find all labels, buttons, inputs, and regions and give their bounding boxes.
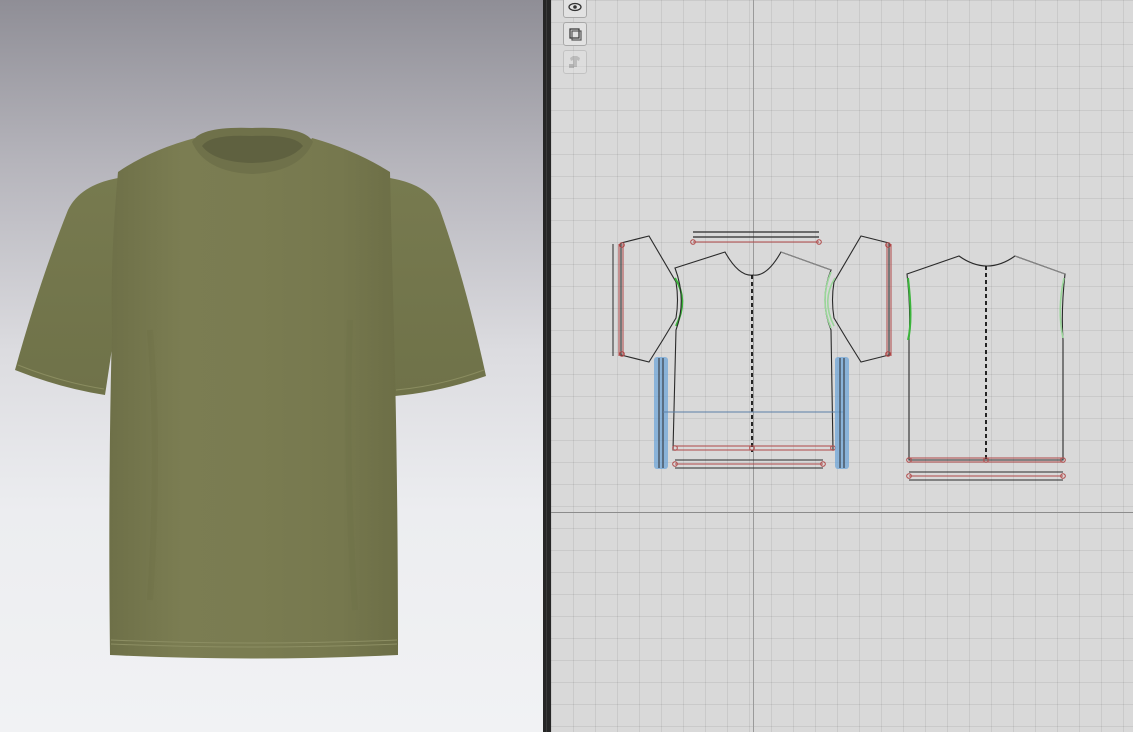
back-hem-band[interactable]: [906, 471, 1066, 481]
left-sleeve-3d: [15, 178, 118, 395]
tshirt-3d-model[interactable]: [0, 0, 543, 732]
viewport-divider[interactable]: [543, 0, 551, 732]
left-sleeve[interactable]: [612, 235, 684, 363]
right-sleeve-3d: [385, 178, 486, 396]
right-sleeve[interactable]: [826, 235, 892, 363]
pattern-pieces: [612, 231, 1066, 481]
right-sleeve-hem-band[interactable]: [835, 357, 849, 469]
front-body[interactable]: [663, 251, 843, 452]
front-hem-band[interactable]: [672, 459, 826, 469]
3d-viewport[interactable]: [0, 0, 543, 732]
2d-pattern-viewport[interactable]: [551, 0, 1133, 732]
front-neck-binding[interactable]: [690, 231, 822, 245]
left-sleeve-hem-band[interactable]: [654, 357, 668, 469]
back-body[interactable]: [906, 255, 1066, 463]
